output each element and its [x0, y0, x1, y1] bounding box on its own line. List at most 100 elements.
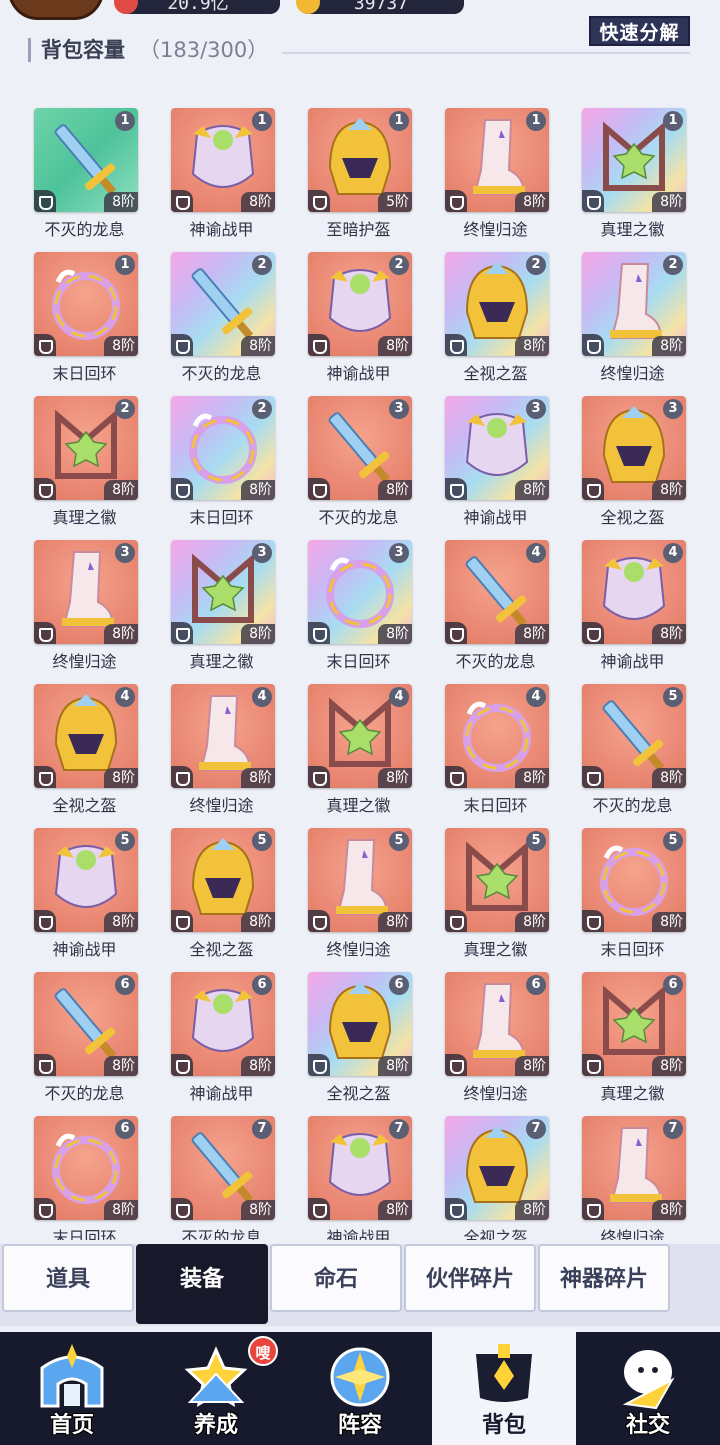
inventory-slot[interactable]: 1 8阶 终惶归途	[427, 90, 564, 239]
nav-develop[interactable]: 嗖 养成	[144, 1332, 288, 1445]
inventory-slot[interactable]: 5 8阶 神谕战甲	[16, 810, 153, 959]
item-card[interactable]: 5 8阶	[34, 828, 138, 932]
item-card[interactable]: 2 8阶	[171, 396, 275, 500]
item-card[interactable]: 1 8阶	[445, 108, 549, 212]
slot-type-icon	[582, 1198, 604, 1220]
tier-label: 8阶	[104, 480, 138, 500]
tab-fate-stones[interactable]: 命石	[270, 1244, 402, 1312]
item-card[interactable]: 1 8阶	[34, 252, 138, 356]
item-card[interactable]: 6 8阶	[308, 972, 412, 1076]
inventory-slot[interactable]: 2 8阶 全视之盔	[427, 234, 564, 383]
inventory-slot[interactable]: 5 8阶 末日回环	[564, 810, 701, 959]
nav-social[interactable]: 社交	[576, 1332, 720, 1445]
inventory-slot[interactable]: 4 8阶 不灭的龙息	[427, 522, 564, 671]
inventory-slot[interactable]: 7 8阶 终惶归途	[564, 1098, 701, 1240]
item-card[interactable]: 6 8阶	[445, 972, 549, 1076]
inventory-slot[interactable]: 3 8阶 终惶归途	[16, 522, 153, 671]
inventory-slot[interactable]: 2 8阶 不灭的龙息	[153, 234, 290, 383]
item-card[interactable]: 3 8阶	[34, 540, 138, 644]
inventory-slot[interactable]: 5 8阶 终惶归途	[290, 810, 427, 959]
inventory-slot[interactable]: 2 8阶 末日回环	[153, 378, 290, 527]
inventory-slot[interactable]: 3 8阶 不灭的龙息	[290, 378, 427, 527]
inventory-slot[interactable]: 4 8阶 末日回环	[427, 666, 564, 815]
item-card[interactable]: 3 8阶	[582, 396, 686, 500]
tab-items[interactable]: 道具	[2, 1244, 134, 1312]
nav-lineup[interactable]: 阵容	[288, 1332, 432, 1445]
inventory-slot[interactable]: 1 8阶 真理之徽	[564, 90, 701, 239]
inventory-slot[interactable]: 4 8阶 终惶归途	[153, 666, 290, 815]
nav-home[interactable]: 首页	[0, 1332, 144, 1445]
inventory-slot[interactable]: 5 8阶 全视之盔	[153, 810, 290, 959]
tab-equipment[interactable]: 装备	[136, 1244, 268, 1324]
item-card[interactable]: 1 8阶	[171, 108, 275, 212]
inventory-slot[interactable]: 4 8阶 全视之盔	[16, 666, 153, 815]
level-badge: 4	[115, 687, 135, 707]
item-card[interactable]: 4 8阶	[171, 684, 275, 788]
item-card[interactable]: 3 8阶	[445, 396, 549, 500]
inventory-slot[interactable]: 1 8阶 末日回环	[16, 234, 153, 383]
tab-partner-shards[interactable]: 伙伴碎片	[404, 1244, 536, 1312]
inventory-slot[interactable]: 7 8阶 不灭的龙息	[153, 1098, 290, 1240]
inventory-slot[interactable]: 3 8阶 全视之盔	[564, 378, 701, 527]
item-card[interactable]: 6 8阶	[582, 972, 686, 1076]
tab-artifact-shards[interactable]: 神器碎片	[538, 1244, 670, 1312]
inventory-slot[interactable]: 2 8阶 终惶归途	[564, 234, 701, 383]
inventory-slot[interactable]: 1 5阶 至暗护盔	[290, 90, 427, 239]
item-card[interactable]: 6 8阶	[34, 1116, 138, 1220]
inventory-slot[interactable]: 6 8阶 神谕战甲	[153, 954, 290, 1103]
item-card[interactable]: 2 8阶	[445, 252, 549, 356]
inventory-slot[interactable]: 1 8阶 神谕战甲	[153, 90, 290, 239]
item-card[interactable]: 7 8阶	[308, 1116, 412, 1220]
item-card[interactable]: 1 5阶	[308, 108, 412, 212]
quick-decompose-button[interactable]: 快速分解	[589, 16, 690, 46]
item-card[interactable]: 3 8阶	[308, 396, 412, 500]
item-card[interactable]: 5 8阶	[582, 828, 686, 932]
inventory-slot[interactable]: 6 8阶 末日回环	[16, 1098, 153, 1240]
castle-icon	[40, 1344, 104, 1408]
avatar[interactable]	[8, 0, 104, 20]
tier-label: 8阶	[104, 912, 138, 932]
inventory-slot[interactable]: 7 8阶 神谕战甲	[290, 1098, 427, 1240]
item-card[interactable]: 6 8阶	[171, 972, 275, 1076]
item-card[interactable]: 1 8阶	[34, 108, 138, 212]
level-badge: 3	[389, 543, 409, 563]
inventory-slot[interactable]: 2 8阶 真理之徽	[16, 378, 153, 527]
inventory-slot[interactable]: 3 8阶 神谕战甲	[427, 378, 564, 527]
item-card[interactable]: 4 8阶	[582, 540, 686, 644]
nav-label: 阵容	[337, 1413, 382, 1438]
item-card[interactable]: 3 8阶	[171, 540, 275, 644]
inventory-slot[interactable]: 4 8阶 神谕战甲	[564, 522, 701, 671]
item-card[interactable]: 5 8阶	[445, 828, 549, 932]
item-card[interactable]: 4 8阶	[34, 684, 138, 788]
item-card[interactable]: 5 8阶	[582, 684, 686, 788]
item-card[interactable]: 5 8阶	[171, 828, 275, 932]
item-card[interactable]: 4 8阶	[445, 540, 549, 644]
item-card[interactable]: 1 8阶	[582, 108, 686, 212]
item-card[interactable]: 3 8阶	[308, 540, 412, 644]
item-card[interactable]: 4 8阶	[445, 684, 549, 788]
inventory-slot[interactable]: 4 8阶 真理之徽	[290, 666, 427, 815]
item-card[interactable]: 2 8阶	[171, 252, 275, 356]
inventory-slot[interactable]: 1 8阶 不灭的龙息	[16, 90, 153, 239]
item-card[interactable]: 2 8阶	[582, 252, 686, 356]
item-card[interactable]: 4 8阶	[308, 684, 412, 788]
item-card[interactable]: 6 8阶	[34, 972, 138, 1076]
item-card[interactable]: 5 8阶	[308, 828, 412, 932]
inventory-slot[interactable]: 3 8阶 真理之徽	[153, 522, 290, 671]
inventory-slot[interactable]: 7 8阶 全视之盔	[427, 1098, 564, 1240]
item-card[interactable]: 2 8阶	[34, 396, 138, 500]
item-card[interactable]: 2 8阶	[308, 252, 412, 356]
item-card[interactable]: 7 8阶	[445, 1116, 549, 1220]
inventory-slot[interactable]: 6 8阶 全视之盔	[290, 954, 427, 1103]
inventory-slot[interactable]: 6 8阶 不灭的龙息	[16, 954, 153, 1103]
inventory-slot[interactable]: 5 8阶 不灭的龙息	[564, 666, 701, 815]
item-card[interactable]: 7 8阶	[582, 1116, 686, 1220]
inventory-slot[interactable]: 6 8阶 终惶归途	[427, 954, 564, 1103]
inventory-slot[interactable]: 3 8阶 末日回环	[290, 522, 427, 671]
slot-type-icon	[34, 766, 56, 788]
nav-backpack[interactable]: 背包	[432, 1328, 576, 1445]
inventory-slot[interactable]: 2 8阶 神谕战甲	[290, 234, 427, 383]
item-card[interactable]: 7 8阶	[171, 1116, 275, 1220]
inventory-slot[interactable]: 6 8阶 真理之徽	[564, 954, 701, 1103]
inventory-slot[interactable]: 5 8阶 真理之徽	[427, 810, 564, 959]
